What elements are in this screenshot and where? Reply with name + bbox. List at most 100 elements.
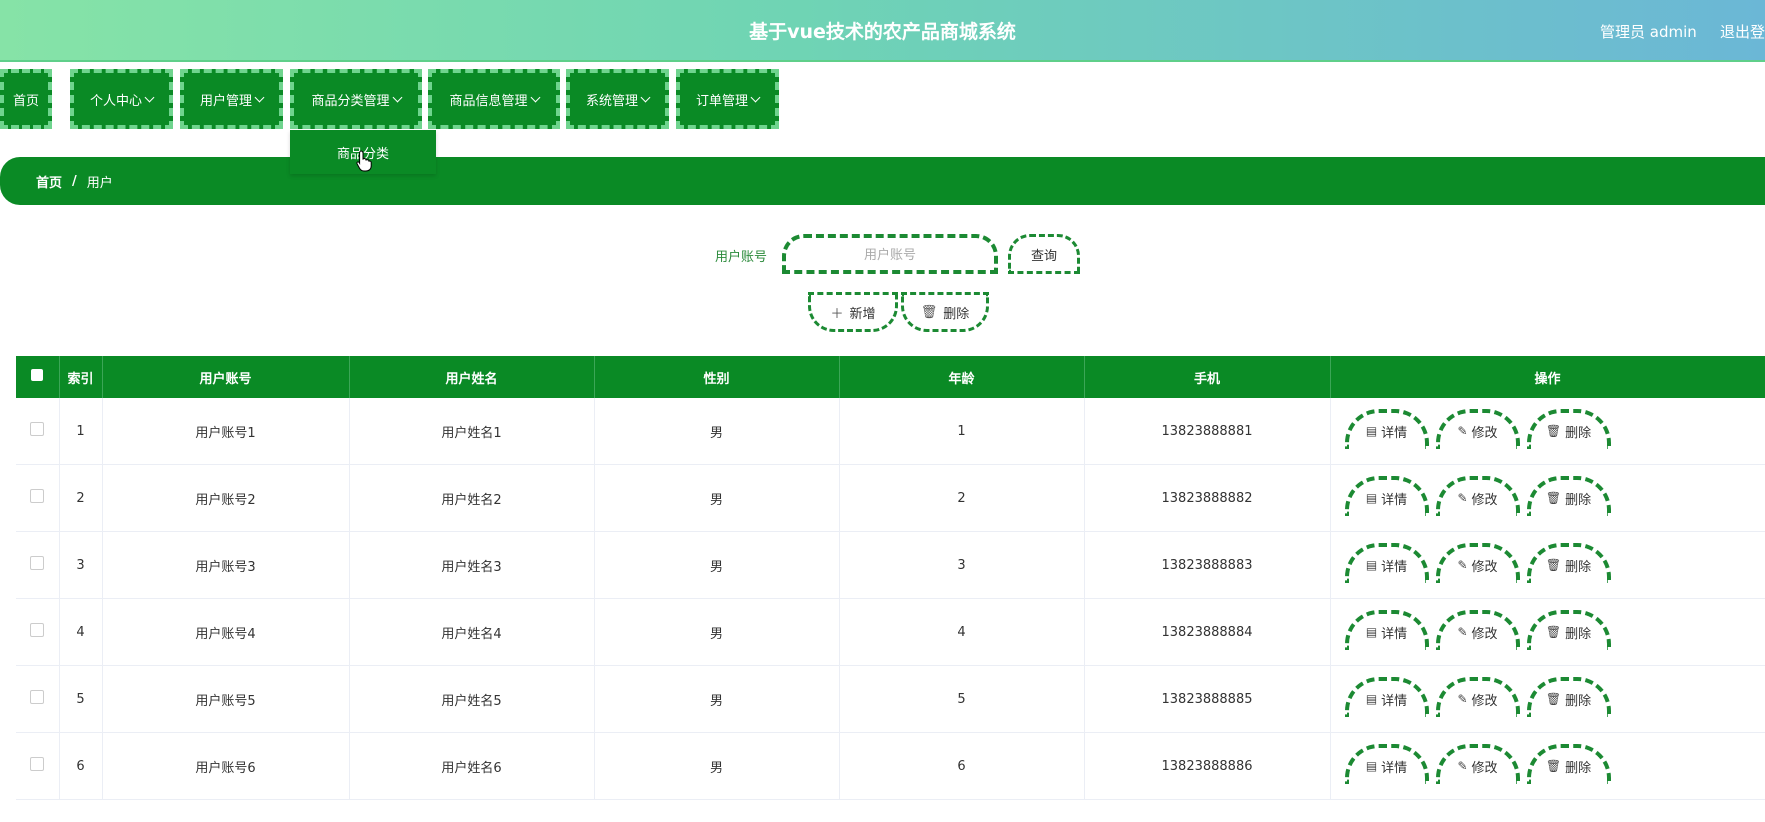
breadcrumb-home[interactable]: 首页: [36, 172, 62, 191]
detail-button[interactable]: ▤ 详情: [1344, 677, 1429, 717]
row-actions: ▤ 详情 ✎ 修改 🗑 删除: [1331, 666, 1765, 732]
batch-delete-button[interactable]: 🗑 删除: [901, 292, 989, 332]
table-header-row: 索引 用户账号 用户姓名 性别 年龄 手机 操作: [16, 356, 1765, 398]
trash-icon: 🗑: [1545, 625, 1562, 639]
cell-account: 用户账号1: [102, 398, 350, 465]
edit-button[interactable]: ✎ 修改: [1435, 610, 1520, 650]
current-user: 管理员 admin: [1600, 23, 1697, 41]
add-button[interactable]: ＋ 新增: [808, 292, 898, 332]
nav-item-user-management[interactable]: 用户管理: [180, 69, 283, 129]
cell-gender: 男: [594, 665, 840, 733]
edit-icon: ✎: [1457, 491, 1468, 505]
column-header: 索引: [59, 356, 103, 398]
detail-button[interactable]: ▤ 详情: [1344, 476, 1429, 516]
detail-button[interactable]: ▤ 详情: [1344, 543, 1429, 583]
detail-button[interactable]: ▤ 详情: [1344, 744, 1429, 784]
row-checkbox[interactable]: [30, 757, 45, 771]
edit-button[interactable]: ✎ 修改: [1435, 409, 1520, 449]
row-select-cell[interactable]: [16, 598, 60, 666]
edit-label: 修改: [1471, 492, 1498, 508]
row-select-cell[interactable]: [16, 665, 60, 733]
detail-label: 详情: [1381, 626, 1408, 642]
chevron-down-icon: [640, 92, 651, 102]
row-select-cell[interactable]: [16, 398, 60, 465]
cell-index: 2: [59, 464, 103, 532]
nav-item-label: 商品分类管理: [311, 93, 390, 109]
detail-button[interactable]: ▤ 详情: [1344, 610, 1429, 650]
delete-button[interactable]: 🗑 删除: [1526, 409, 1611, 449]
trash-icon: 🗑: [1545, 692, 1562, 706]
edit-button[interactable]: ✎ 修改: [1435, 744, 1520, 784]
user-table: 索引 用户账号 用户姓名 性别 年龄 手机 操作 1 用户账号1 用户姓名1 男 1 13…: [16, 356, 1765, 800]
hand-cursor-icon: [356, 150, 372, 172]
cell-age: 6: [839, 732, 1085, 800]
row-select-cell[interactable]: [16, 464, 60, 532]
row-actions: ▤ 详情 ✎ 修改 🗑 删除: [1331, 733, 1765, 799]
logout-link[interactable]: 退出登录: [1720, 21, 1765, 42]
trash-icon: 🗑: [1545, 424, 1562, 438]
select-all-header[interactable]: [16, 356, 60, 398]
plus-icon: ＋: [830, 306, 844, 322]
delete-button[interactable]: 🗑 删除: [1526, 610, 1611, 650]
table-row: 1 用户账号1 用户姓名1 男 1 13823888881 ▤ 详情 ✎ 修改 🗑 删除: [16, 398, 1765, 465]
delete-button[interactable]: 🗑 删除: [1526, 744, 1611, 784]
edit-button[interactable]: ✎ 修改: [1435, 476, 1520, 516]
nav-item-product-management[interactable]: 商品信息管理: [428, 69, 560, 129]
cell-account: 用户账号2: [102, 464, 350, 532]
row-checkbox[interactable]: [30, 422, 45, 436]
row-checkbox[interactable]: [30, 556, 45, 570]
cell-gender: 男: [594, 464, 840, 532]
detail-button[interactable]: ▤ 详情: [1344, 409, 1429, 449]
cell-age: 1: [839, 398, 1085, 465]
row-checkbox[interactable]: [30, 690, 45, 704]
document-icon: ▤: [1365, 424, 1378, 438]
table-row: 2 用户账号2 用户姓名2 男 2 13823888882 ▤ 详情 ✎ 修改 🗑 删除: [16, 464, 1765, 532]
chevron-down-icon: [392, 92, 402, 102]
nav-item-home[interactable]: 首页: [0, 69, 52, 129]
edit-icon: ✎: [1457, 692, 1468, 706]
trash-icon: 🗑: [1545, 558, 1562, 572]
cell-actions: ▤ 详情 ✎ 修改 🗑 删除: [1330, 398, 1765, 465]
document-icon: ▤: [1365, 558, 1378, 572]
cell-age: 4: [839, 598, 1085, 666]
nav-item-label: 系统管理: [585, 93, 638, 109]
select-all-checkbox[interactable]: [31, 369, 44, 381]
cell-name: 用户姓名2: [349, 464, 595, 532]
cell-index: 4: [59, 598, 103, 666]
row-actions: ▤ 详情 ✎ 修改 🗑 删除: [1331, 465, 1765, 531]
nav-item-order-management[interactable]: 订单管理: [676, 69, 779, 129]
delete-label: 删除: [1565, 693, 1592, 709]
nav-item-category-management[interactable]: 商品分类管理: [290, 69, 422, 129]
row-select-cell[interactable]: [16, 732, 60, 800]
row-select-cell[interactable]: [16, 531, 60, 599]
delete-button[interactable]: 🗑 删除: [1526, 476, 1611, 516]
query-button[interactable]: 查询: [1008, 234, 1080, 274]
delete-button[interactable]: 🗑 删除: [1526, 543, 1611, 583]
batch-delete-label: 删除: [943, 306, 970, 322]
app-title: 基于vue技术的农产品商城系统: [749, 21, 1016, 43]
nav-item-personal-center[interactable]: 个人中心: [70, 69, 173, 129]
breadcrumb: 首页 / 用户: [0, 157, 1765, 205]
edit-button[interactable]: ✎ 修改: [1435, 677, 1520, 717]
chevron-down-icon: [750, 92, 761, 102]
row-checkbox[interactable]: [30, 623, 45, 637]
delete-button[interactable]: 🗑 删除: [1526, 677, 1611, 717]
nav-item-label: 个人中心: [89, 93, 142, 109]
edit-label: 修改: [1471, 760, 1498, 776]
cell-name: 用户姓名3: [349, 531, 595, 599]
search-label: 用户账号: [715, 250, 768, 265]
row-checkbox[interactable]: [30, 489, 45, 503]
cell-gender: 男: [594, 598, 840, 666]
edit-label: 修改: [1471, 559, 1498, 575]
search-input[interactable]: [782, 234, 998, 274]
column-header: 用户姓名: [349, 356, 595, 398]
nav-item-system-management[interactable]: 系统管理: [566, 69, 669, 129]
delete-label: 删除: [1565, 559, 1592, 575]
detail-label: 详情: [1381, 693, 1408, 709]
edit-button[interactable]: ✎ 修改: [1435, 543, 1520, 583]
cell-index: 1: [59, 398, 103, 465]
edit-icon: ✎: [1457, 424, 1468, 438]
chevron-down-icon: [530, 92, 540, 102]
edit-icon: ✎: [1457, 759, 1468, 773]
trash-icon: 🗑: [920, 304, 938, 320]
